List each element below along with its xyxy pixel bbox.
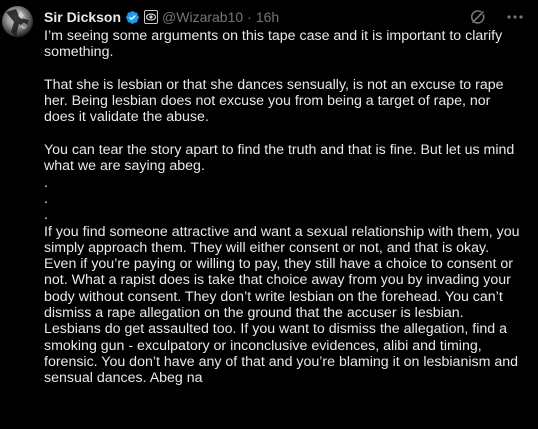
separator-dot: · bbox=[247, 9, 252, 25]
tweet-text: I’m seeing some arguments on this tape c… bbox=[44, 28, 520, 387]
display-name[interactable]: Sir Dickson bbox=[44, 9, 121, 25]
tweet: Sir Dickson @Wizarab10 · 16h I’m seeing … bbox=[0, 0, 538, 429]
tweet-header: Sir Dickson @Wizarab10 · 16h bbox=[44, 7, 279, 27]
timestamp[interactable]: 16h bbox=[256, 9, 279, 25]
affiliation-badge-icon[interactable] bbox=[144, 10, 159, 24]
more-icon[interactable] bbox=[505, 8, 525, 26]
grok-icon[interactable] bbox=[469, 8, 487, 26]
user-handle[interactable]: @Wizarab10 bbox=[162, 9, 243, 25]
verified-badge-icon bbox=[125, 10, 140, 25]
avatar[interactable] bbox=[2, 6, 33, 37]
